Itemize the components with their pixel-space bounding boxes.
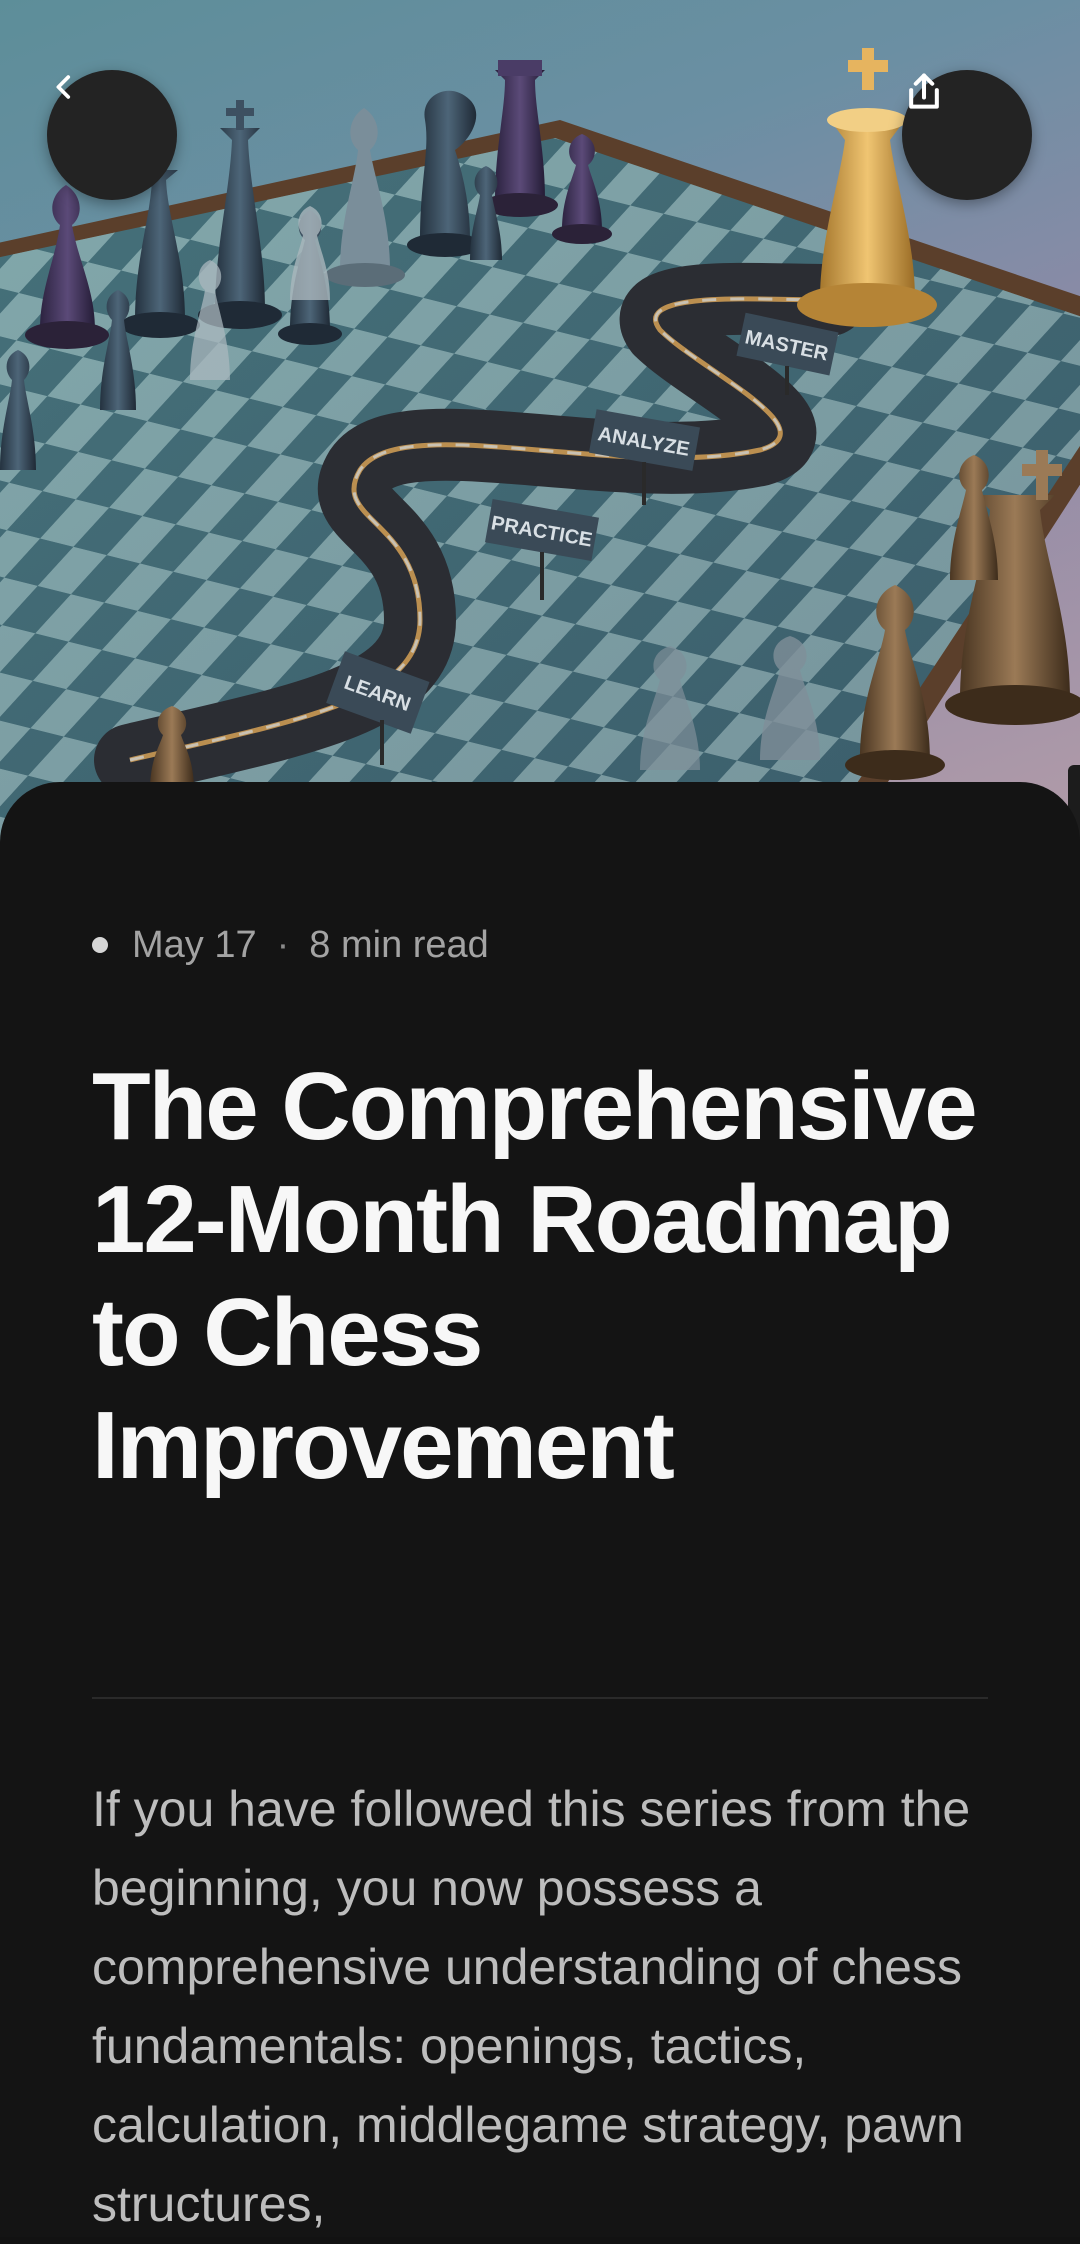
back-button[interactable]: [47, 70, 177, 200]
chevron-left-icon: [56, 75, 71, 99]
divider: [92, 1697, 988, 1699]
share-button[interactable]: [902, 70, 1032, 200]
meta-separator: ·: [276, 923, 290, 966]
read-time: 8 min read: [309, 923, 489, 966]
article-meta: May 17 · 8 min read: [92, 920, 489, 970]
article-body: If you have followed this series from th…: [92, 1781, 971, 2232]
bullet-dot-icon: [92, 937, 108, 953]
share-icon: [909, 73, 939, 109]
article-title: The Comprehensive 12-Month Roadmap to Ch…: [92, 1053, 978, 1499]
hero-image: LEARN PRACTICE ANALYZE MASTER: [0, 0, 1080, 860]
article-date: May 17: [132, 923, 257, 966]
